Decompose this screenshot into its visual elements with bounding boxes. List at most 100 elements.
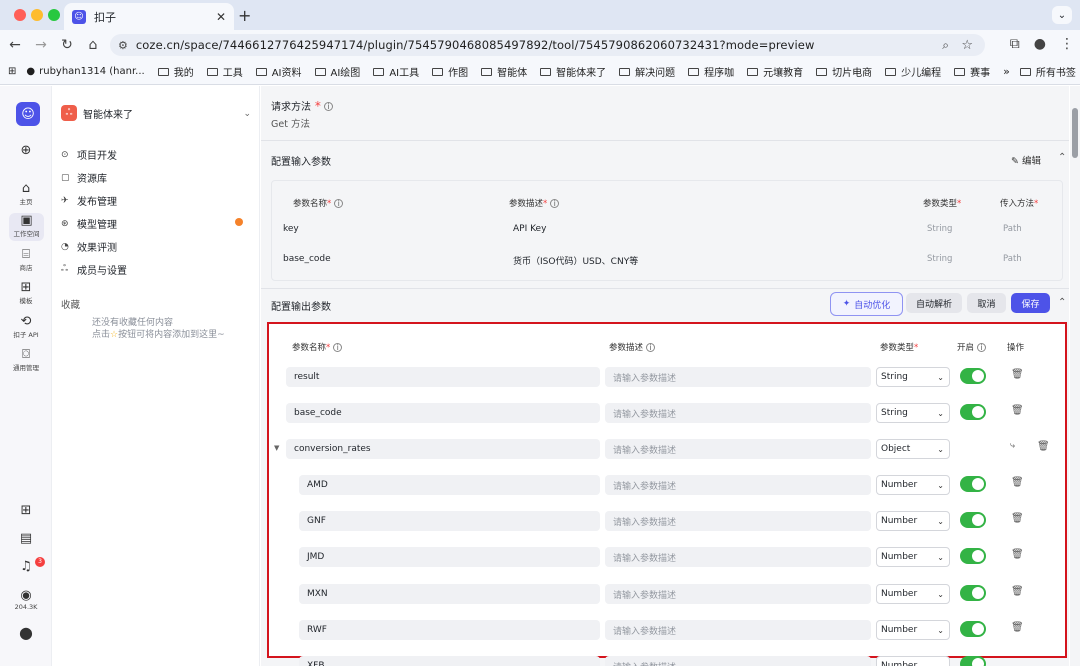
rail-home[interactable]: ⌂ 主页: [0, 182, 52, 207]
expand-caret-icon[interactable]: ▼: [274, 444, 279, 452]
param-type-select[interactable]: Number: [876, 656, 950, 666]
minimize-window-button[interactable]: [31, 9, 43, 21]
bookmark-folder[interactable]: AI绘图: [314, 64, 360, 79]
param-type-select[interactable]: Number ⌄: [876, 511, 950, 531]
auto-optimize-button[interactable]: ✦ 自动优化: [830, 292, 903, 316]
forward-button[interactable]: →: [28, 37, 54, 53]
rail-general[interactable]: ⌼ 通用管理: [0, 348, 52, 373]
param-name-input[interactable]: XFB: [299, 656, 600, 666]
param-name-input[interactable]: JMD: [299, 547, 600, 567]
delete-icon[interactable]: 🗑: [1011, 586, 1024, 597]
zoom-window-button[interactable]: [48, 9, 60, 21]
sidebar-item-members[interactable]: ஃ 成员与设置: [61, 262, 127, 277]
param-desc-input[interactable]: 请输入参数描述: [605, 367, 871, 387]
new-tab-button[interactable]: +: [238, 6, 251, 25]
rail-docs[interactable]: ▤: [0, 532, 52, 546]
sidebar-item-projects[interactable]: ⊙ 项目开发: [61, 147, 117, 163]
bookmark-folder[interactable]: 少儿编程: [885, 64, 941, 79]
reload-button[interactable]: ↻: [54, 37, 80, 53]
param-desc-input[interactable]: 请输入参数描述: [605, 511, 871, 531]
all-bookmarks-folder[interactable]: 所有书签: [1019, 64, 1076, 79]
bookmark-folder[interactable]: AI资料: [255, 64, 302, 79]
close-window-button[interactable]: [14, 9, 26, 21]
bookmark-folder[interactable]: 元壤教育: [747, 64, 803, 79]
site-info-icon[interactable]: ⚙: [118, 39, 128, 52]
bookmark-item[interactable]: ● rubyhan1314 (hanr...: [26, 66, 144, 77]
param-desc-input[interactable]: 请输入参数描述: [605, 547, 871, 567]
bookmark-folder[interactable]: 工具: [206, 64, 243, 79]
delete-icon[interactable]: 🗑: [1011, 549, 1024, 560]
delete-icon[interactable]: 🗑: [1011, 622, 1024, 633]
delete-icon[interactable]: 🗑: [1037, 441, 1050, 452]
param-desc-input[interactable]: 请输入参数描述: [605, 403, 871, 423]
param-name-input[interactable]: result: [286, 367, 600, 387]
extensions-icon[interactable]: ⧉: [1010, 36, 1020, 52]
param-name-input[interactable]: base_code: [286, 403, 600, 423]
bookmark-folder[interactable]: 解决问题: [619, 64, 675, 79]
bookmark-folder[interactable]: 赛事: [954, 64, 990, 79]
rail-coins[interactable]: ◉ 204.3K: [0, 589, 52, 612]
profile-avatar[interactable]: ●: [1034, 36, 1046, 52]
enable-toggle[interactable]: [960, 368, 986, 384]
tab-search-button[interactable]: ⌄: [1052, 6, 1072, 24]
delete-icon[interactable]: 🗑: [1011, 477, 1024, 488]
sidebar-item-models[interactable]: ⊛ 模型管理: [61, 216, 251, 231]
create-button[interactable]: ⊕: [0, 144, 52, 158]
enable-toggle[interactable]: [960, 621, 986, 637]
url-bar[interactable]: ⚙ coze.cn/space/7446612776425947174/plug…: [110, 34, 985, 56]
param-type-select[interactable]: String ⌄: [876, 367, 950, 387]
bookmark-folder[interactable]: 我的: [157, 64, 194, 79]
param-type-select[interactable]: Number ⌄: [876, 475, 950, 495]
edit-button[interactable]: ✎ 编辑: [1011, 153, 1041, 167]
workspace-switcher[interactable]: ஃ 智能体来了: [61, 105, 133, 121]
bookmark-folder[interactable]: AI工具: [373, 64, 419, 79]
param-name-input[interactable]: conversion_rates: [286, 439, 600, 459]
bookmark-folder[interactable]: 智能体: [481, 64, 527, 79]
param-type-select[interactable]: String ⌄: [876, 403, 950, 423]
sidebar-item-library[interactable]: ▢ 资源库: [61, 170, 107, 186]
close-tab-icon[interactable]: ✕: [216, 10, 226, 24]
rail-templates[interactable]: ⊞ 模板: [0, 281, 52, 306]
home-button[interactable]: ⌂: [80, 37, 106, 53]
param-desc-input[interactable]: 请输入参数描述: [605, 475, 871, 495]
menu-icon[interactable]: ⋮: [1060, 36, 1074, 52]
user-avatar[interactable]: ●: [0, 625, 52, 641]
sidebar-item-eval[interactable]: ◔ 效果评测: [61, 239, 117, 255]
coze-logo-icon[interactable]: ☺: [16, 102, 40, 126]
auto-parse-button[interactable]: 自动解析: [906, 293, 962, 313]
add-child-icon[interactable]: ⤷: [1010, 441, 1015, 451]
zoom-icon[interactable]: ⌕: [942, 38, 949, 53]
rail-apps[interactable]: ⊞: [0, 504, 52, 518]
param-name-input[interactable]: GNF: [299, 511, 600, 531]
collapse-input-icon[interactable]: ⌃: [1058, 152, 1066, 163]
param-type-select[interactable]: Number ⌄: [876, 620, 950, 640]
collapse-output-icon[interactable]: ⌃: [1058, 297, 1066, 308]
param-type-select[interactable]: Number ⌄: [876, 584, 950, 604]
bookmark-folder[interactable]: 作图: [432, 64, 468, 79]
param-type-select[interactable]: Number ⌄: [876, 547, 950, 567]
param-desc-input[interactable]: 请输入参数描述: [605, 584, 871, 604]
bookmark-star-icon[interactable]: ☆: [961, 38, 973, 53]
apps-grid-icon[interactable]: ⊞: [8, 66, 16, 77]
bookmark-folder[interactable]: 程序咖: [688, 64, 734, 79]
enable-toggle[interactable]: [960, 585, 986, 601]
browser-tab[interactable]: ☺ 扣子 ✕: [64, 3, 234, 30]
sidebar-item-publish[interactable]: ✈ 发布管理: [61, 193, 117, 209]
scrollbar-thumb[interactable]: [1072, 108, 1078, 158]
rail-api[interactable]: ⟲ 扣子 API: [0, 315, 52, 340]
delete-icon[interactable]: 🗑: [1011, 405, 1024, 416]
param-desc-input[interactable]: 请输入参数描述: [605, 439, 871, 459]
delete-icon[interactable]: 🗑: [1011, 369, 1024, 380]
bookmark-folder[interactable]: 智能体来了: [540, 64, 606, 79]
rail-notifications[interactable]: ♫ 3: [0, 557, 52, 574]
page-scrollbar[interactable]: [1070, 86, 1080, 666]
enable-toggle[interactable]: [960, 548, 986, 564]
enable-toggle[interactable]: [960, 512, 986, 528]
rail-store[interactable]: ⌸ 商店: [0, 248, 52, 273]
save-button[interactable]: 保存: [1011, 293, 1050, 313]
enable-toggle[interactable]: [960, 404, 986, 420]
param-desc-input[interactable]: 请输入参数描述: [605, 656, 871, 666]
enable-toggle[interactable]: [960, 656, 986, 666]
param-name-input[interactable]: AMD: [299, 475, 600, 495]
param-name-input[interactable]: MXN: [299, 584, 600, 604]
